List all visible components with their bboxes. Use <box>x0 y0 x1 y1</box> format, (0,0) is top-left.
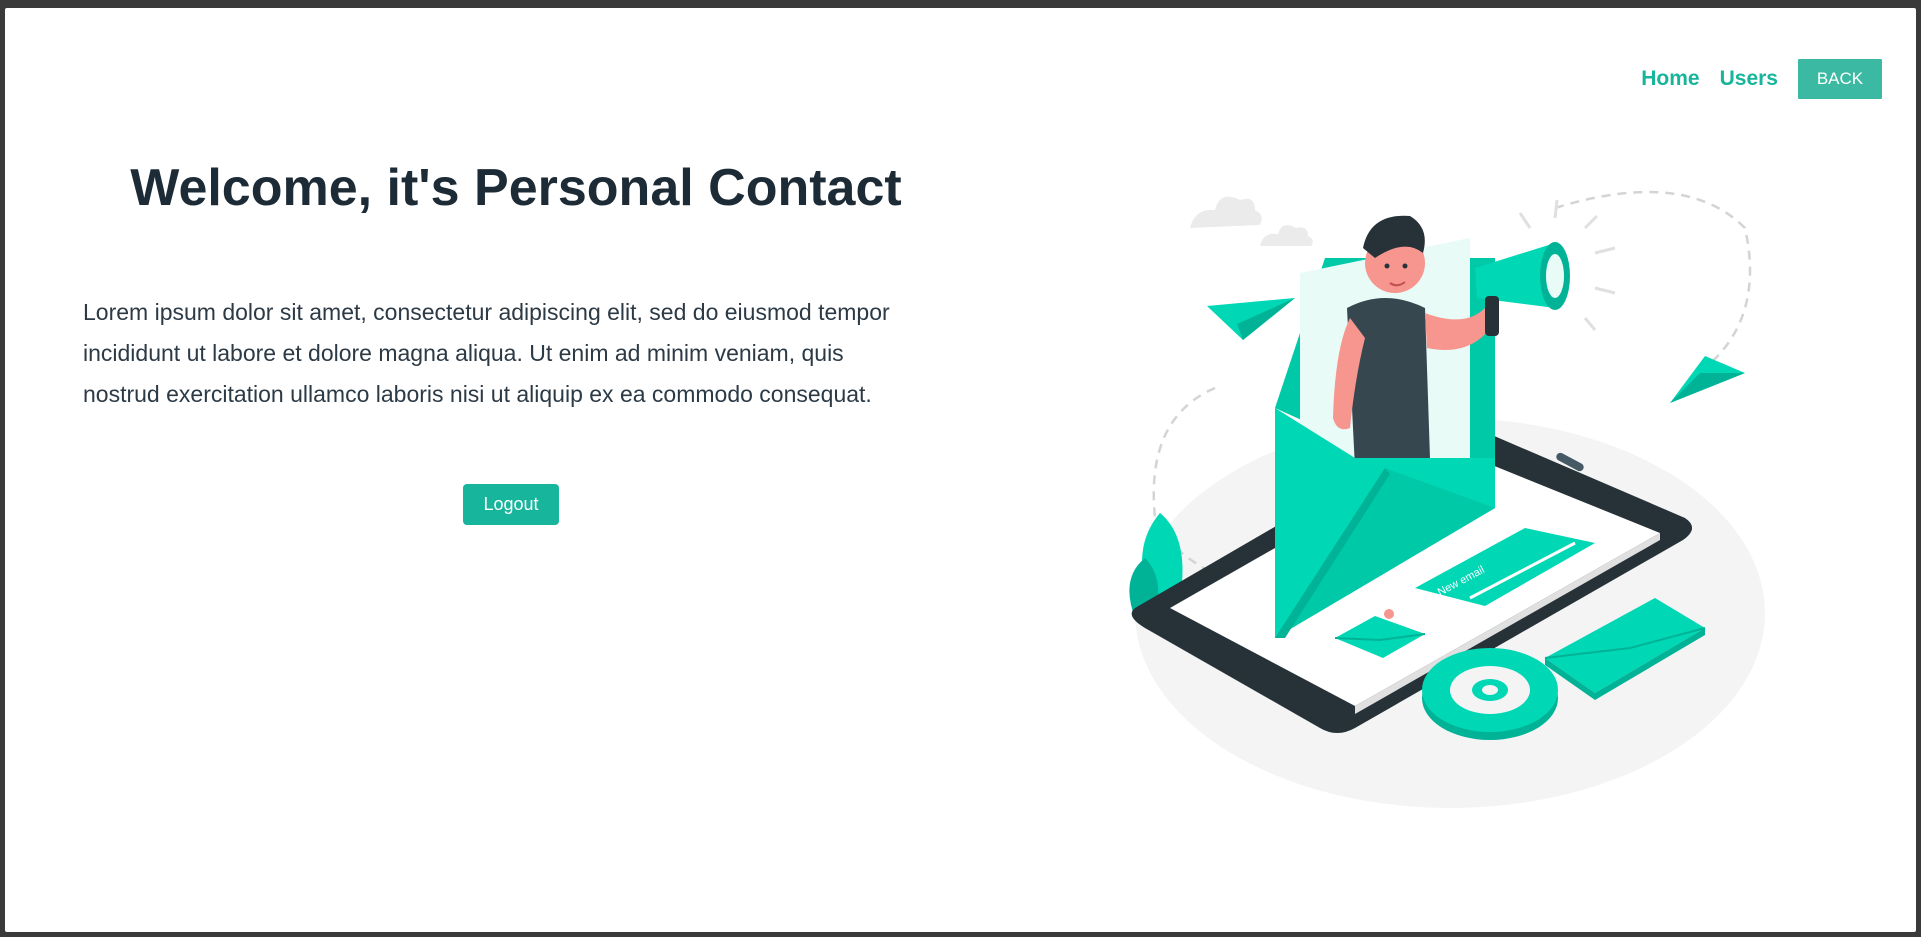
intro-line: incididunt ut labore et dolore magna ali… <box>83 340 844 366</box>
cloud-icon <box>1190 196 1313 246</box>
intro-paragraph: Lorem ipsum dolor sit amet, consectetur … <box>83 292 963 415</box>
nav-users-link[interactable]: Users <box>1720 67 1778 91</box>
top-nav: Home Users BACK <box>1641 59 1882 99</box>
app-window: Home Users BACK Welcome, it's Personal C… <box>5 8 1916 932</box>
nav-home-link[interactable]: Home <box>1641 67 1699 91</box>
dashed-path <box>1554 190 1752 369</box>
intro-line: Lorem ipsum dolor sit amet, consectetur … <box>83 299 890 325</box>
paper-plane-icon <box>1207 298 1295 340</box>
megaphone-icon <box>1475 199 1616 336</box>
paper-plane-icon <box>1670 356 1745 403</box>
page-title: Welcome, it's Personal Contact <box>130 159 902 217</box>
back-button[interactable]: BACK <box>1798 59 1882 99</box>
at-sign-icon <box>1422 648 1558 740</box>
logout-button[interactable]: Logout <box>463 484 559 525</box>
intro-line: nostrud exercitation ullamco laboris nis… <box>83 381 872 407</box>
email-marketing-illustration: New email <box>1129 190 1765 808</box>
